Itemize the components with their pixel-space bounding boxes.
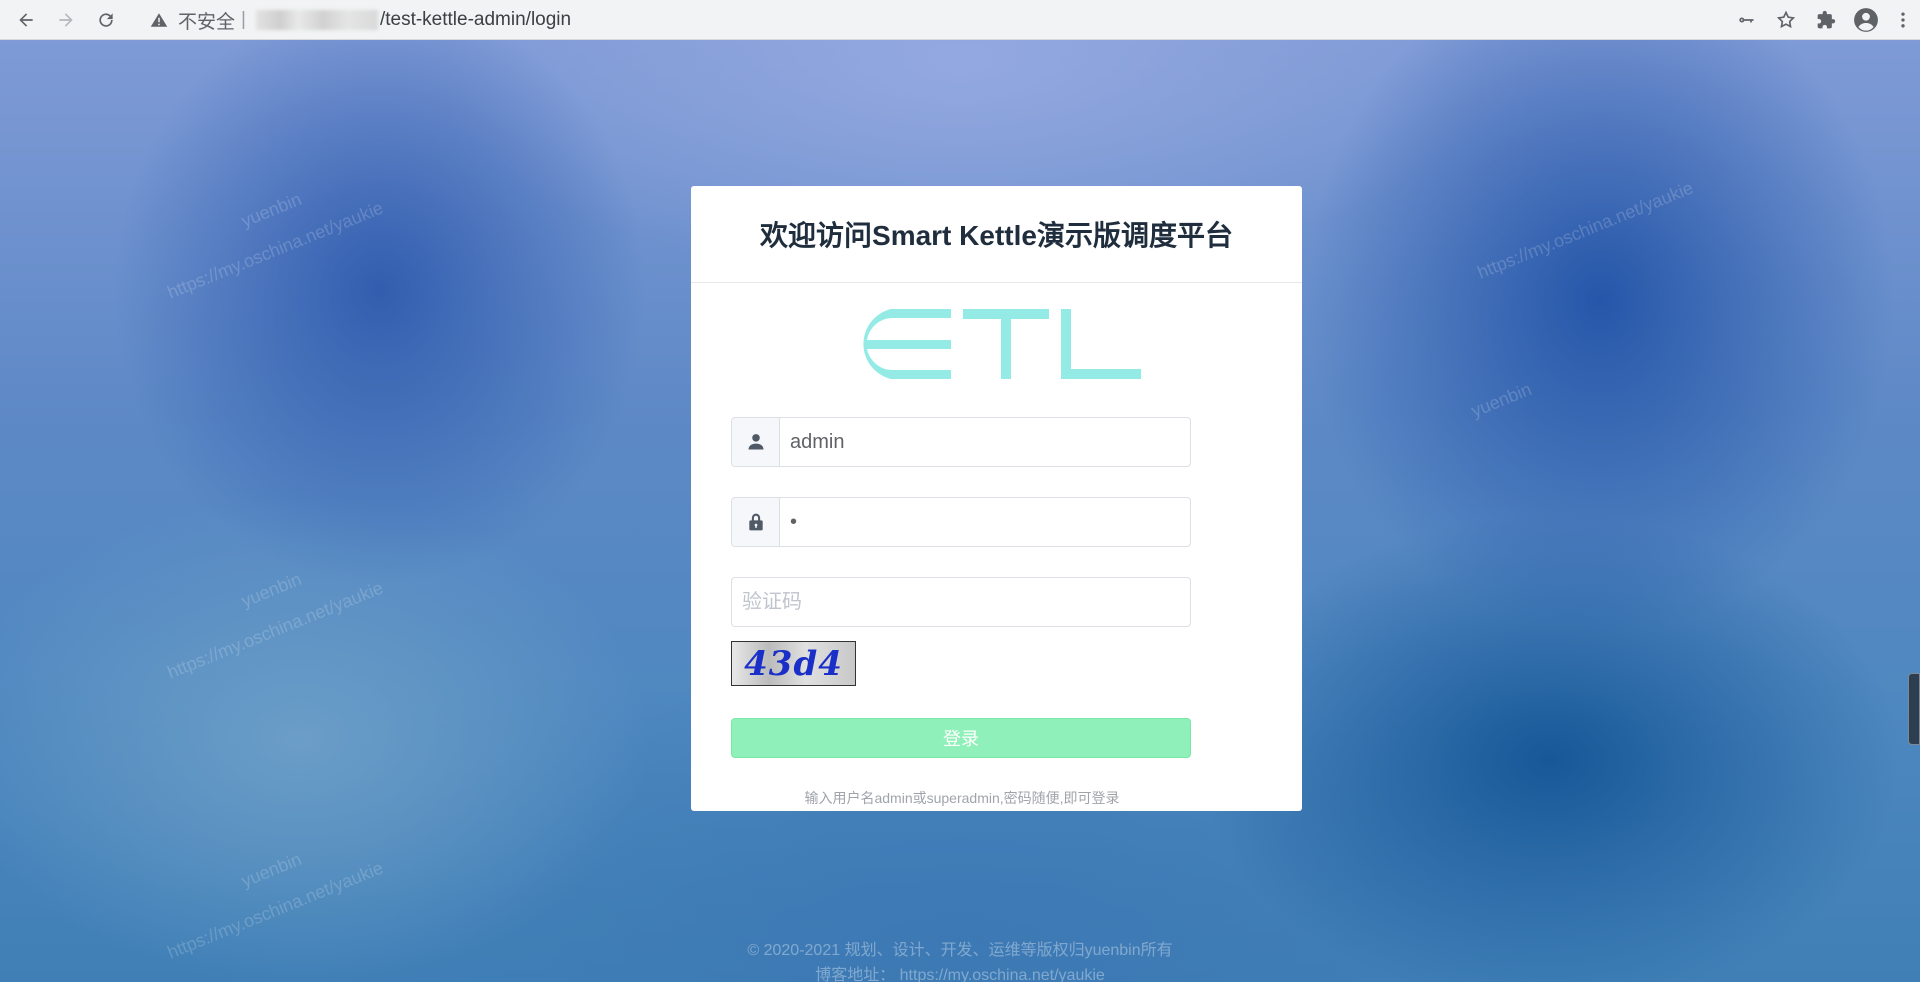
footer-blog: 博客地址： https://my.oschina.net/yaukie [815,967,1105,982]
url-path: /test-kettle-admin/login [379,9,572,30]
watermark-url: https://my.oschina.net/yaukie [1474,177,1696,283]
user-icon [748,434,763,450]
username-field [731,417,1191,467]
login-button[interactable]: 登录 [731,718,1191,758]
captcha-image[interactable]: 43d4 [731,641,856,686]
browser-menu-button[interactable] [1886,0,1920,40]
redacted-host [255,10,378,30]
password-addon [732,498,780,546]
security-label: 不安全 [178,11,236,33]
bookmark-button[interactable] [1766,0,1806,40]
forward-button[interactable] [46,0,86,40]
etl-logo [863,309,1141,379]
watermark-name: yuenbin [238,188,305,232]
url-separator: | [241,9,246,30]
extensions-button[interactable] [1806,0,1846,40]
profile-icon [1854,8,1878,32]
watermark-name: yuenbin [238,848,305,892]
reload-button[interactable] [86,0,126,40]
login-card: 欢迎访问Smart Kettle演示版调度平台 43d4 登录 输入用户名adm… [691,186,1302,811]
profile-button[interactable] [1846,0,1886,40]
address-bar[interactable]: 不安全 | /test-kettle-admin/login [136,3,1786,37]
key-icon [1739,17,1754,23]
password-input[interactable] [780,498,1190,546]
forward-arrow-icon [59,12,73,27]
login-title: 欢迎访问Smart Kettle演示版调度平台 [691,186,1302,283]
side-widget[interactable] [1908,673,1920,745]
captcha-input[interactable] [732,578,1190,626]
password-key-button[interactable] [1726,0,1766,40]
login-hint: 输入用户名admin或superadmin,密码随便,即可登录 [804,790,1120,806]
username-addon [732,418,780,466]
back-arrow-icon [19,12,33,27]
warning-icon [150,13,168,27]
back-button[interactable] [6,0,46,40]
lock-icon [748,513,763,531]
captcha-field [731,577,1191,627]
footer-copyright: © 2020-2021 规划、设计、开发、运维等版权归yuenbin所有 [747,942,1173,959]
browser-toolbar: 不安全 | /test-kettle-admin/login [0,0,1920,40]
puzzle-icon [1817,10,1836,29]
password-field [731,497,1191,547]
reload-icon [99,12,113,27]
star-icon [1776,10,1796,29]
username-input[interactable] [780,418,1190,466]
watermark-name: yuenbin [238,568,305,612]
watermark-name: yuenbin [1468,378,1535,422]
kebab-menu-icon [1901,12,1905,28]
